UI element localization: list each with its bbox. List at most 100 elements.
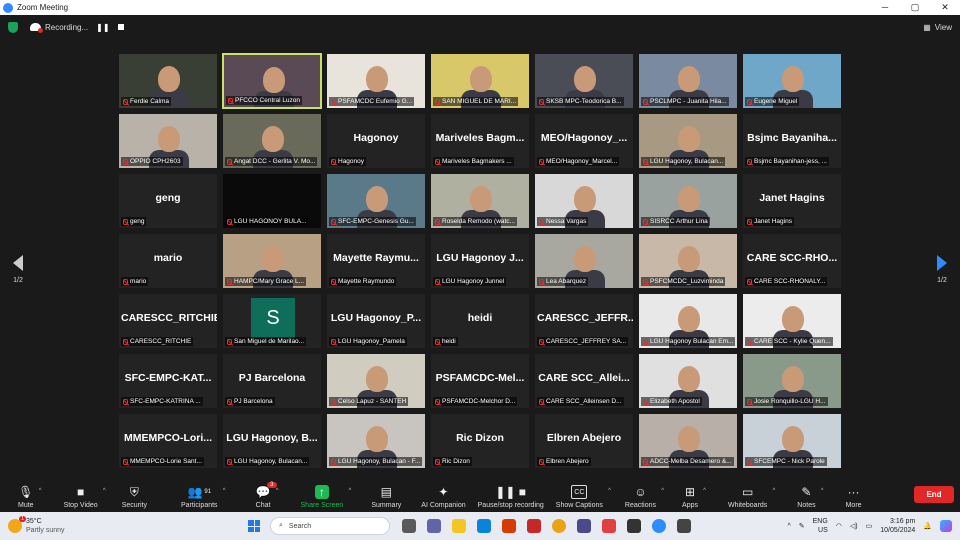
view-button[interactable]: ▦ View: [923, 23, 952, 32]
taskbar-search[interactable]: ⌕ Search: [270, 517, 390, 535]
participant-tile[interactable]: PSCLMPC - Juanita Hila...: [638, 53, 738, 109]
minimize-button[interactable]: ─: [870, 2, 900, 13]
share-screen-button[interactable]: ↑ Share Screen ^: [301, 485, 351, 509]
participant-tile[interactable]: Mariveles Bagm... Mariveles Bagmakers ...: [430, 113, 530, 169]
app-icon[interactable]: [677, 519, 691, 533]
shield-icon[interactable]: [8, 21, 18, 33]
chevron-up-icon[interactable]: ^: [223, 488, 226, 494]
participant-tile[interactable]: S San Miguel de Marilao...: [222, 293, 322, 349]
clock[interactable]: 3:16 pm 10/05/2024: [880, 517, 915, 535]
participant-tile[interactable]: geng geng: [118, 173, 218, 229]
wps-icon[interactable]: [527, 519, 541, 533]
participant-tile[interactable]: CARESCC_JEFFR... CARESCC_JEFFREY SA...: [534, 293, 634, 349]
mute-button[interactable]: 🎙 Mute ^: [18, 485, 42, 509]
chat-button[interactable]: 💬 3 Chat ^: [256, 482, 279, 509]
app-icon[interactable]: [602, 519, 616, 533]
edge-icon[interactable]: [477, 519, 491, 533]
close-button[interactable]: ✕: [930, 2, 960, 13]
participant-tile[interactable]: heidi heidi: [430, 293, 530, 349]
participant-tile[interactable]: Bsjmc Bayaniha... Bsjmc Bayanihan-jess, .…: [742, 113, 842, 169]
participant-tile[interactable]: LGU Hagonoy, Bulacan...: [638, 113, 738, 169]
chrome-icon[interactable]: [552, 519, 566, 533]
participant-tile[interactable]: Roselda Remodo (watc...: [430, 173, 530, 229]
ai-companion-button[interactable]: ✦ AI Companion: [421, 485, 465, 509]
pen-icon[interactable]: ✎: [799, 522, 805, 530]
wifi-icon[interactable]: ◠: [836, 522, 842, 530]
participant-tile[interactable]: SKSB MPC-Teodorica B...: [534, 53, 634, 109]
participant-tile[interactable]: SFC-EMPC-Genesis Gu...: [326, 173, 426, 229]
participant-tile[interactable]: Ferdie Calma: [118, 53, 218, 109]
app-icon[interactable]: [577, 519, 591, 533]
participant-tile[interactable]: Eugene Miguel: [742, 53, 842, 109]
participant-tile[interactable]: SAN MIGUEL DE MARI...: [430, 53, 530, 109]
participant-tile[interactable]: Nessa Vargas: [534, 173, 634, 229]
chevron-up-icon[interactable]: ^: [103, 488, 106, 494]
security-button[interactable]: ⛨ Security: [122, 485, 147, 510]
chevron-up-icon[interactable]: ^: [787, 523, 790, 530]
participant-tile[interactable]: OPPIO CPH2603: [118, 113, 218, 169]
participant-tile[interactable]: SFC-EMPC-KAT... SFC-EMPC-KATRINA ...: [118, 353, 218, 409]
participant-tile[interactable]: LGU Hagonoy, Bulacan - F...: [326, 413, 426, 469]
chevron-up-icon[interactable]: ^: [772, 488, 775, 494]
participant-tile[interactable]: HAMPC/Mary Grace L...: [222, 233, 322, 289]
stop-recording-button[interactable]: [117, 24, 124, 30]
participant-tile[interactable]: ADCC-Melba Desamero &...: [638, 413, 738, 469]
whiteboards-button[interactable]: ▭ Whiteboards ^: [728, 485, 775, 509]
apps-button[interactable]: ⊞ Apps ^: [682, 485, 706, 509]
end-meeting-button[interactable]: End: [914, 486, 954, 503]
pause-stop-recording-button[interactable]: ❚❚ ■ Pause/stop recording: [478, 485, 544, 509]
participant-tile[interactable]: MMEMPCO-Lori... MMEMPCO-Lorie Sant...: [118, 413, 218, 469]
participant-tile[interactable]: Angat DCC - Gerlita V. Mo...: [222, 113, 322, 169]
participant-tile[interactable]: CARE SCC-RHO... CARE SCC-RHONALY...: [742, 233, 842, 289]
participant-tile[interactable]: LGU Hagonoy_P... LGU Hagonoy_Pamela: [326, 293, 426, 349]
participant-tile[interactable]: SISRCC Arthur Lina: [638, 173, 738, 229]
participant-tile[interactable]: Elizabeth Apostol: [638, 353, 738, 409]
participant-tile[interactable]: Celso Lapuz - SANTEH: [326, 353, 426, 409]
participant-tile[interactable]: MEO/Hagonoy_... MEO/Hagonoy_Marcel...: [534, 113, 634, 169]
participant-tile[interactable]: LGU Hagonoy Bulacan Em...: [638, 293, 738, 349]
participant-tile[interactable]: PJ Barcelona PJ Barcelona: [222, 353, 322, 409]
participant-tile[interactable]: Elbren Abejero Elbren Abejero: [534, 413, 634, 469]
file-explorer-icon[interactable]: [452, 519, 466, 533]
chevron-up-icon[interactable]: ^: [349, 488, 352, 494]
participant-tile[interactable]: Lea Abarquez: [534, 233, 634, 289]
windows-start-icon[interactable]: [248, 520, 260, 532]
stop-video-button[interactable]: ■ Stop Video ^: [64, 485, 106, 509]
chevron-up-icon[interactable]: ^: [661, 488, 664, 494]
participant-tile[interactable]: Josie Ronquillo-LGU H...: [742, 353, 842, 409]
pause-recording-button[interactable]: ❚❚: [96, 23, 109, 32]
chevron-up-icon[interactable]: ^: [703, 488, 706, 494]
participant-tile[interactable]: PSFCMCDC_Luzviminda: [638, 233, 738, 289]
app-icon[interactable]: [627, 519, 641, 533]
speaker-icon[interactable]: ◁): [850, 522, 858, 530]
chevron-up-icon[interactable]: ^: [39, 488, 42, 494]
participant-tile[interactable]: mario mario: [118, 233, 218, 289]
notes-button[interactable]: ✎ Notes ^: [797, 485, 823, 509]
participant-tile[interactable]: PSFAMCDC Eufemio G...: [326, 53, 426, 109]
teams-icon[interactable]: [427, 519, 441, 533]
copilot-icon[interactable]: [940, 520, 952, 532]
participant-tile[interactable]: PFCCO Central Luzon: [222, 53, 322, 109]
chevron-up-icon[interactable]: ^: [276, 488, 279, 494]
participant-tile[interactable]: CARE SCC_Allei... CARE SCC_Alleinsen D...: [534, 353, 634, 409]
participant-tile[interactable]: SFCEMPC - Nick Parole: [742, 413, 842, 469]
zoom-icon[interactable]: [652, 519, 666, 533]
weather-widget[interactable]: 1 35°C Partly sunny: [8, 516, 98, 535]
participant-tile[interactable]: CARE SCC - Kylie Quen...: [742, 293, 842, 349]
participant-tile[interactable]: Hagonoy Hagonoy: [326, 113, 426, 169]
reactions-button[interactable]: ☺ Reactions ^: [625, 485, 664, 509]
participant-tile[interactable]: CARESCC_RITCHIE CARESCC_RITCHIE: [118, 293, 218, 349]
participant-tile[interactable]: Janet Hagins Janet Hagins: [742, 173, 842, 229]
participants-button[interactable]: 👥 91 Participants ^: [181, 485, 226, 509]
chevron-up-icon[interactable]: ^: [608, 488, 611, 494]
previous-page-button[interactable]: 1/2: [8, 255, 28, 284]
notification-bell-icon[interactable]: 🔔: [923, 522, 932, 530]
battery-icon[interactable]: ▭: [866, 522, 873, 530]
next-page-button[interactable]: 1/2: [932, 255, 952, 284]
language-indicator[interactable]: ENG US: [813, 517, 828, 535]
participant-tile[interactable]: LGU Hagonoy J... LGU Hagonoy Junnel: [430, 233, 530, 289]
participant-tile[interactable]: LGU HAGONOY BULA...: [222, 173, 322, 229]
maximize-button[interactable]: ▢: [900, 2, 930, 13]
more-button[interactable]: ··· More: [846, 485, 862, 509]
summary-button[interactable]: ▤ Summary: [371, 485, 401, 509]
